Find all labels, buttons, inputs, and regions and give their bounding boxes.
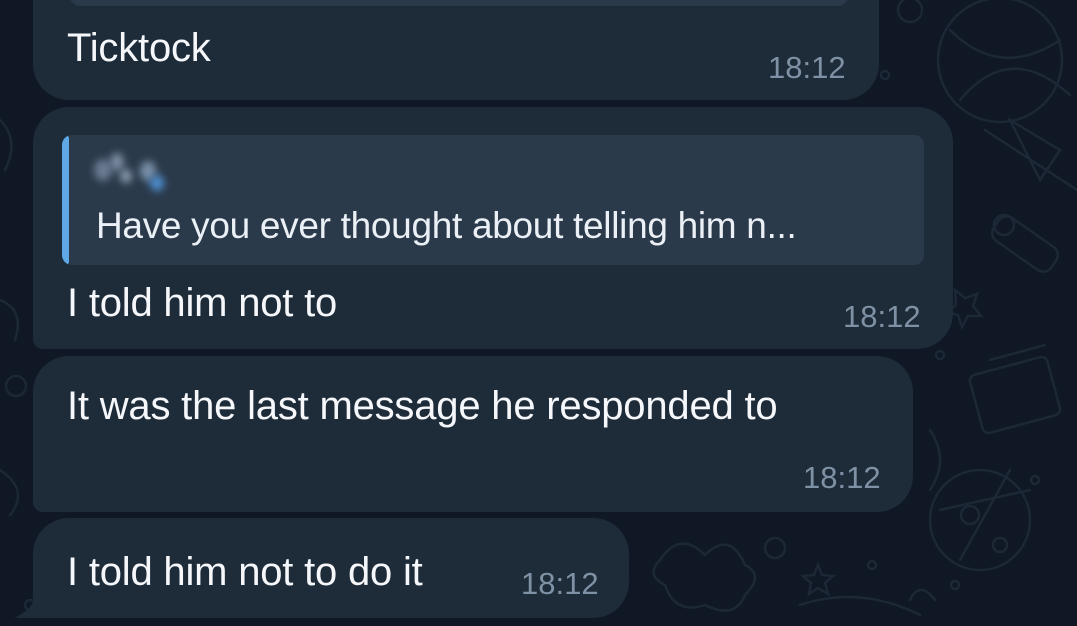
- previous-content-edge: [69, 0, 849, 6]
- message-text: Ticktock: [67, 26, 211, 70]
- message-bubble[interactable]: Ticktock 18:12: [33, 0, 879, 100]
- message-bubble[interactable]: Have you ever thought about telling him …: [33, 107, 953, 349]
- chat-view: Ticktock 18:12 Have you ever thought abo…: [0, 0, 1077, 626]
- message-text: I told him not to do it: [67, 550, 423, 594]
- reply-preview[interactable]: Have you ever thought about telling him …: [62, 135, 924, 265]
- message-bubble[interactable]: I told him not to do it 18:12: [33, 518, 629, 618]
- bubble-tail: [14, 596, 54, 618]
- reply-accent-bar: [62, 135, 69, 265]
- message-bubble[interactable]: It was the last message he responded to …: [33, 356, 913, 512]
- message-time: 18:12: [521, 566, 599, 601]
- message-text: It was the last message he responded to: [67, 384, 778, 428]
- message-time: 18:12: [843, 299, 921, 334]
- message-time: 18:12: [803, 460, 881, 495]
- reply-author-avatar-blurred: [92, 149, 172, 191]
- message-time: 18:12: [768, 50, 846, 85]
- message-text: I told him not to: [67, 281, 338, 325]
- reply-snippet: Have you ever thought about telling him …: [96, 205, 797, 246]
